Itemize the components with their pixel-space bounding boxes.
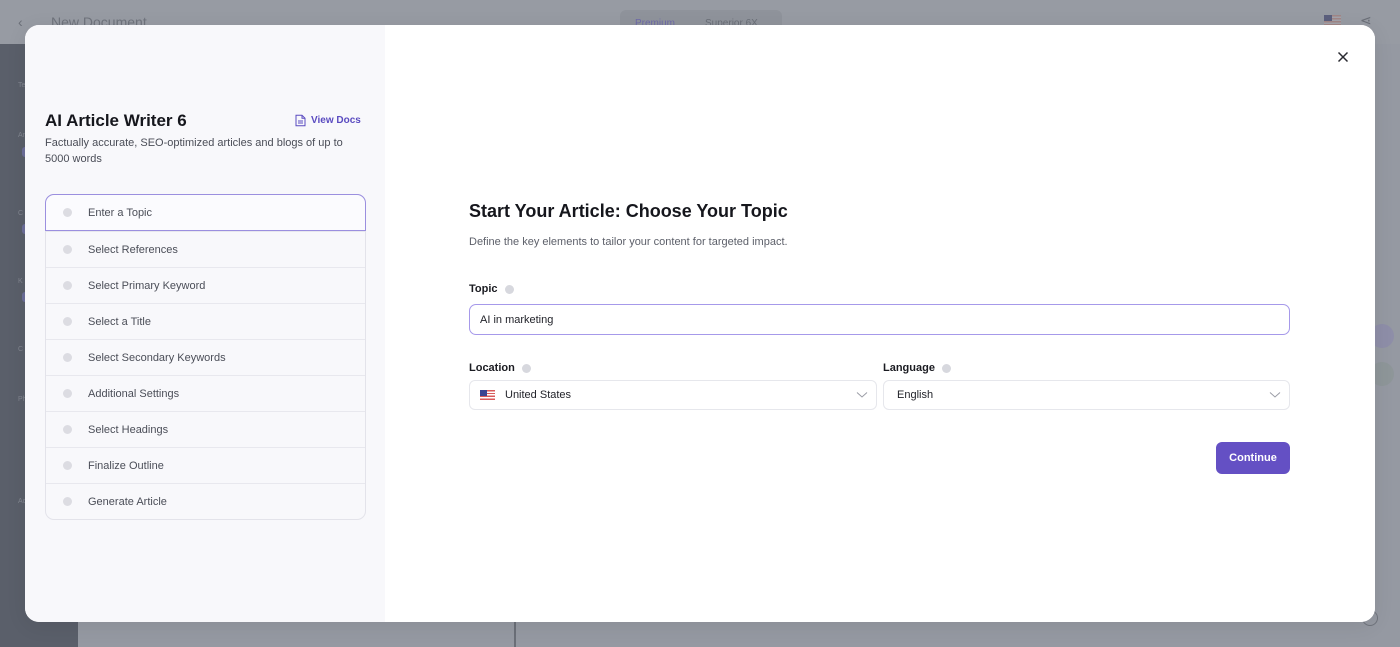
language-value: English bbox=[897, 389, 934, 401]
chevron-down-icon bbox=[856, 392, 868, 398]
info-icon[interactable] bbox=[504, 284, 514, 294]
background-divider bbox=[514, 620, 516, 647]
step-status-dot bbox=[63, 208, 72, 217]
sidebar-label: K bbox=[18, 278, 23, 285]
step-status-dot bbox=[63, 497, 72, 506]
chevron-down-icon bbox=[1269, 392, 1281, 398]
info-icon[interactable] bbox=[941, 363, 951, 373]
step-label: Generate Article bbox=[88, 495, 167, 508]
step-label: Finalize Outline bbox=[88, 459, 164, 472]
step-select-headings[interactable]: Select Headings bbox=[46, 411, 365, 447]
location-label-text: Location bbox=[469, 362, 515, 374]
document-icon bbox=[295, 114, 306, 127]
step-select-primary-keyword[interactable]: Select Primary Keyword bbox=[46, 267, 365, 303]
step-select-secondary-keywords[interactable]: Select Secondary Keywords bbox=[46, 339, 365, 375]
location-value: United States bbox=[505, 389, 572, 401]
step-label: Select References bbox=[88, 243, 178, 256]
step-generate-article[interactable]: Generate Article bbox=[46, 483, 365, 519]
step-status-dot bbox=[63, 281, 72, 290]
steps-list: Enter a Topic Select References Select P… bbox=[45, 194, 366, 520]
form-subheading: Define the key elements to tailor your c… bbox=[469, 236, 788, 248]
step-status-dot bbox=[63, 461, 72, 470]
step-status-dot bbox=[63, 317, 72, 326]
location-label: Location bbox=[469, 362, 531, 374]
step-label: Additional Settings bbox=[88, 387, 180, 400]
tool-description: Factually accurate, SEO-optimized articl… bbox=[45, 137, 343, 165]
step-status-dot bbox=[63, 389, 72, 398]
sidebar-label: C bbox=[18, 346, 24, 353]
tool-title: AI Article Writer 6 bbox=[45, 111, 187, 130]
language-label-text: Language bbox=[883, 362, 935, 374]
step-label: Select Primary Keyword bbox=[88, 279, 206, 292]
info-icon[interactable] bbox=[521, 363, 531, 373]
view-docs-label: View Docs bbox=[311, 115, 361, 126]
chevron-left-icon: ‹ bbox=[18, 14, 23, 30]
step-status-dot bbox=[63, 425, 72, 434]
continue-button[interactable]: Continue bbox=[1216, 442, 1290, 474]
step-status-dot bbox=[63, 353, 72, 362]
step-label: Select a Title bbox=[88, 315, 151, 328]
form-panel: Start Your Article: Choose Your Topic De… bbox=[385, 25, 1375, 622]
step-label: Select Secondary Keywords bbox=[88, 351, 226, 364]
topic-label: Topic bbox=[469, 283, 514, 295]
us-flag-icon bbox=[480, 390, 495, 400]
step-status-dot bbox=[63, 245, 72, 254]
view-docs-link[interactable]: View Docs bbox=[295, 114, 361, 127]
location-select[interactable]: United States bbox=[469, 380, 877, 410]
step-enter-topic[interactable]: Enter a Topic bbox=[45, 194, 366, 231]
language-label: Language bbox=[883, 362, 951, 374]
step-finalize-outline[interactable]: Finalize Outline bbox=[46, 447, 365, 483]
steps-panel: AI Article Writer 6 View Docs Factually … bbox=[25, 25, 385, 622]
step-label: Enter a Topic bbox=[88, 206, 153, 219]
topic-input[interactable] bbox=[469, 304, 1290, 335]
form-heading: Start Your Article: Choose Your Topic bbox=[469, 201, 788, 221]
sidebar-label: C bbox=[18, 210, 24, 217]
article-writer-modal: AI Article Writer 6 View Docs Factually … bbox=[25, 25, 1375, 622]
language-select[interactable]: English bbox=[883, 380, 1290, 410]
close-icon[interactable] bbox=[1335, 49, 1351, 65]
step-label: Select Headings bbox=[88, 423, 169, 436]
step-select-references[interactable]: Select References bbox=[46, 231, 365, 267]
step-additional-settings[interactable]: Additional Settings bbox=[46, 375, 365, 411]
step-select-title[interactable]: Select a Title bbox=[46, 303, 365, 339]
topic-label-text: Topic bbox=[469, 283, 498, 295]
